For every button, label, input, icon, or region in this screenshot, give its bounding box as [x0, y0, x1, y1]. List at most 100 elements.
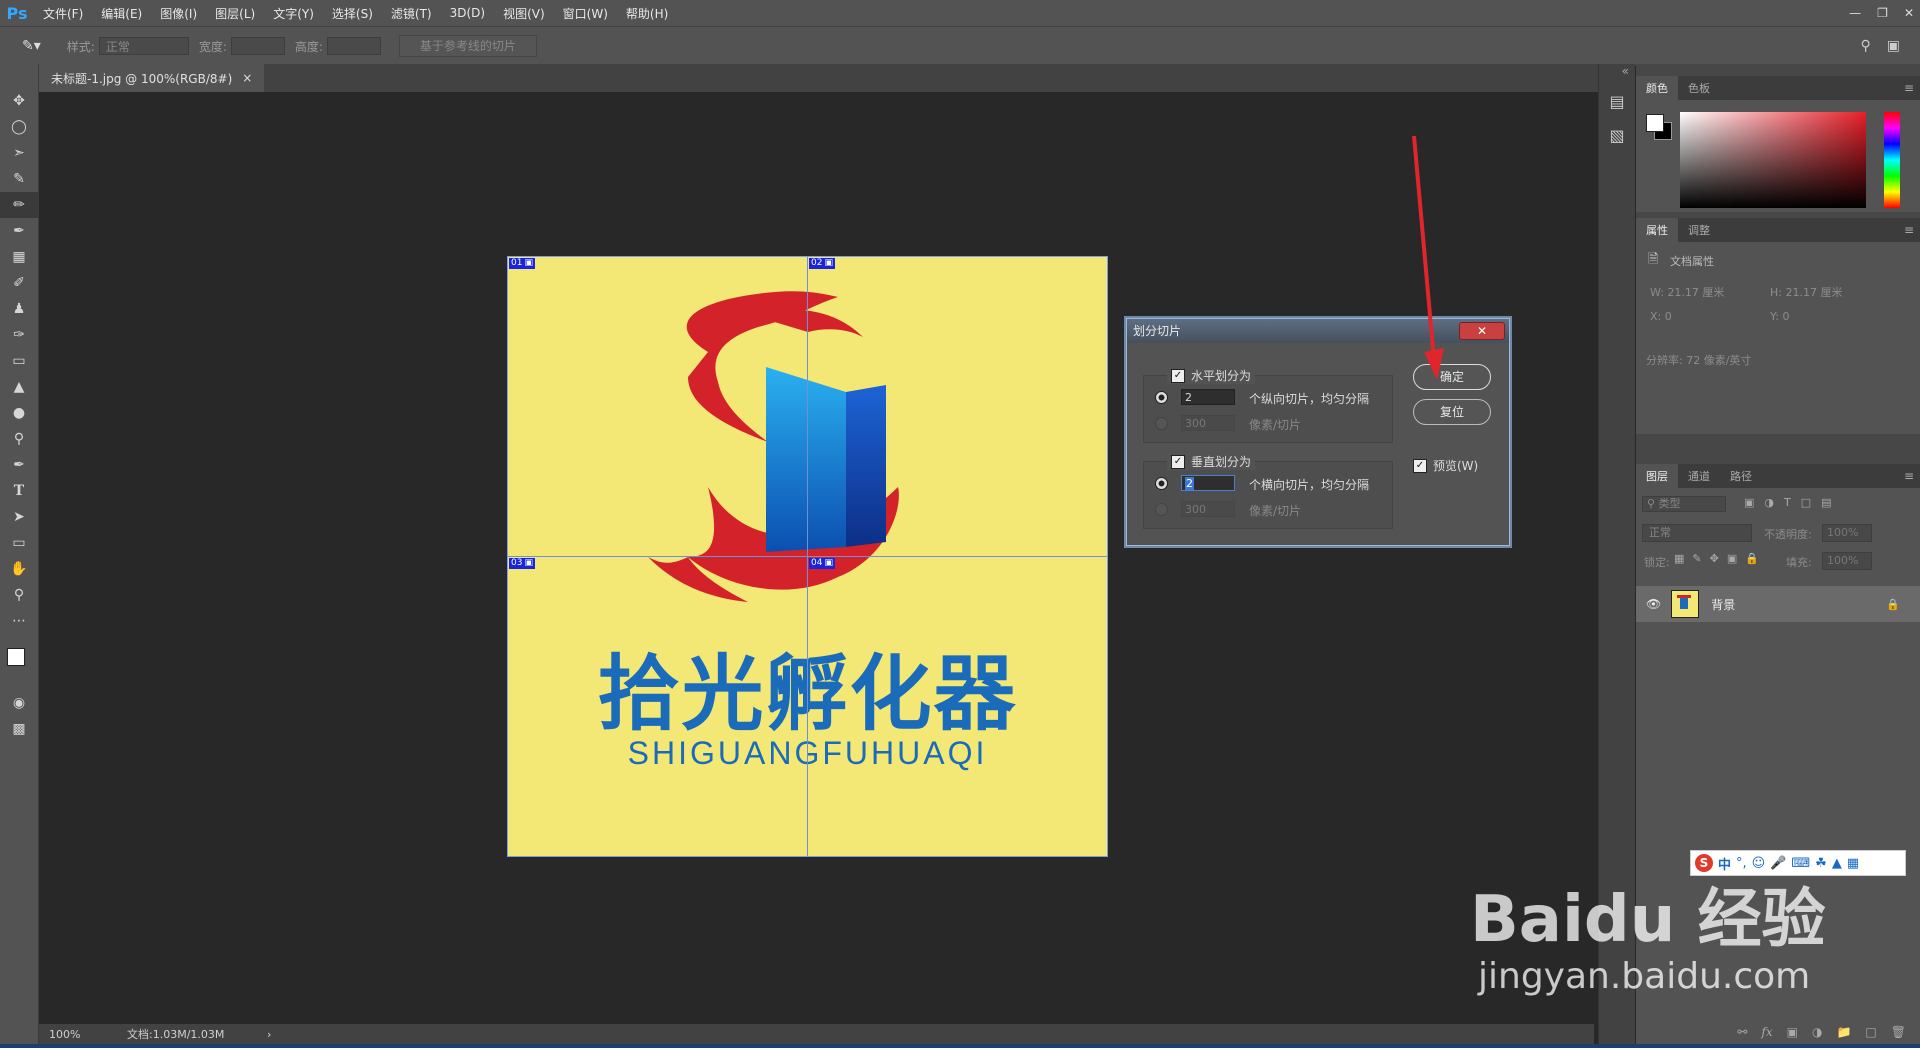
horizontal-pixels-radio[interactable] — [1155, 417, 1168, 430]
width-input[interactable] — [230, 37, 285, 55]
zoom-level[interactable]: 100% — [49, 1028, 109, 1041]
frame-tool-icon[interactable]: ▦ — [0, 244, 38, 270]
stamp-tool-icon[interactable]: ♟ — [0, 296, 38, 322]
quick-mask-icon[interactable]: ◉ — [0, 690, 38, 716]
properties-panel-icon[interactable]: ▧ — [1599, 118, 1635, 152]
collapse-icon[interactable]: « — [1599, 64, 1635, 84]
grid-icon[interactable]: ▦ — [1847, 856, 1859, 871]
opacity-input[interactable]: 100% — [1822, 524, 1872, 542]
layer-filter-select[interactable]: ⚲ 类型 — [1642, 496, 1726, 512]
style-select[interactable]: 正常 — [98, 37, 189, 55]
tab-color[interactable]: 颜色 — [1636, 76, 1678, 100]
bucket-tool-icon[interactable]: ▲ — [0, 374, 38, 400]
close-tab-icon[interactable]: × — [242, 71, 252, 85]
brush-tool-icon[interactable]: ✐ — [0, 270, 38, 296]
menu-filter[interactable]: 滤镜(T) — [382, 5, 441, 22]
slice-tool-icon[interactable]: ✎▾ — [22, 38, 41, 54]
marquee-tool-icon[interactable]: ◯ — [0, 114, 38, 140]
dodge-tool-icon[interactable]: ⚲ — [0, 426, 38, 452]
dialog-close-button[interactable]: ✕ — [1459, 322, 1505, 340]
tab-layers[interactable]: 图层 — [1636, 464, 1678, 488]
tab-properties[interactable]: 属性 — [1636, 218, 1678, 242]
more-tools-icon[interactable]: ⋯ — [0, 608, 38, 634]
lasso-tool-icon[interactable]: ➣ — [0, 140, 38, 166]
workspace-icon[interactable]: ▣ — [1887, 38, 1900, 54]
link-layers-icon[interactable]: ⚯ — [1737, 1025, 1747, 1039]
layer-row[interactable]: 👁 背景 🔒 — [1636, 586, 1920, 622]
slice-tag[interactable]: 01 ▣ — [509, 258, 535, 269]
color-swatches[interactable] — [0, 634, 38, 690]
panel-menu-icon[interactable]: ≡ — [1904, 218, 1914, 242]
vertical-count-radio[interactable] — [1155, 477, 1168, 490]
lock-icons[interactable]: ▦✎✥▣🔒 — [1674, 552, 1767, 565]
reset-button[interactable]: 复位 — [1413, 399, 1491, 425]
menu-type[interactable]: 文字(Y) — [264, 5, 323, 22]
tab-channels[interactable]: 通道 — [1678, 464, 1720, 488]
vertical-pixels-radio[interactable] — [1155, 503, 1168, 516]
status-menu-icon[interactable]: › — [267, 1028, 271, 1041]
slice-tag[interactable]: 04 ▣ — [809, 558, 835, 569]
move-tool-icon[interactable]: ✥ — [0, 88, 38, 114]
dialog-title-bar[interactable]: 划分切片 ✕ — [1127, 319, 1509, 343]
vertical-count-input[interactable]: 2 — [1181, 475, 1235, 491]
vertical-checkbox[interactable]: ✓ — [1171, 454, 1185, 469]
pen-tool-icon[interactable]: ✒ — [0, 452, 38, 478]
horizontal-count-radio[interactable] — [1155, 391, 1168, 404]
history-brush-icon[interactable]: ✑ — [0, 322, 38, 348]
shirt-icon[interactable]: ▲ — [1832, 856, 1842, 871]
new-layer-icon[interactable]: □ — [1865, 1025, 1876, 1039]
menu-edit[interactable]: 编辑(E) — [92, 5, 151, 22]
rectangle-tool-icon[interactable]: ▭ — [0, 530, 38, 556]
restore-icon[interactable]: ❐ — [1877, 6, 1888, 20]
foreground-color-icon[interactable] — [7, 648, 25, 666]
fx-icon[interactable]: fx — [1761, 1025, 1772, 1039]
type-tool-icon[interactable]: T — [0, 478, 38, 504]
history-panel-icon[interactable]: ▤ — [1599, 84, 1635, 118]
tab-swatches[interactable]: 色板 — [1678, 76, 1720, 100]
height-input[interactable] — [326, 37, 381, 55]
tab-paths[interactable]: 路径 — [1720, 464, 1762, 488]
vertical-pixels-input[interactable]: 300 — [1181, 501, 1235, 517]
horizontal-checkbox[interactable]: ✓ — [1171, 368, 1185, 383]
menu-view[interactable]: 视图(V) — [494, 5, 554, 22]
slices-from-guides-button[interactable]: 基于参考线的切片 — [398, 35, 537, 57]
trash-icon[interactable]: 🗑 — [1891, 1025, 1906, 1039]
eyedropper-tool-icon[interactable]: ✒ — [0, 218, 38, 244]
panel-menu-icon[interactable]: ≡ — [1904, 464, 1914, 488]
fill-input[interactable]: 100% — [1822, 552, 1872, 570]
close-window-icon[interactable]: ✕ — [1904, 6, 1914, 20]
search-icon[interactable]: ⚲ — [1861, 38, 1871, 54]
horizontal-pixels-input[interactable]: 300 — [1181, 415, 1235, 431]
path-select-icon[interactable]: ➤ — [0, 504, 38, 530]
zoom-tool-icon[interactable]: ⚲ — [0, 582, 38, 608]
menu-layer[interactable]: 图层(L) — [206, 5, 264, 22]
eraser-tool-icon[interactable]: ▭ — [0, 348, 38, 374]
panel-menu-icon[interactable]: ≡ — [1904, 76, 1914, 100]
screen-mode-icon[interactable]: ▩ — [0, 716, 38, 742]
menu-select[interactable]: 选择(S) — [323, 5, 382, 22]
slice-tag[interactable]: 02 ▣ — [809, 258, 835, 269]
slice-tool-icon[interactable]: ✏ — [0, 192, 38, 218]
quick-select-tool-icon[interactable]: ✎ — [0, 166, 38, 192]
adjustment-layer-icon[interactable]: ◑ — [1812, 1025, 1822, 1039]
canvas-image[interactable]: 拾光孵化器 SHIGUANGFUHUAQI 01 ▣ 02 ▣ 03 ▣ 04 ▣ — [507, 256, 1108, 857]
foreground-swatch[interactable] — [1646, 114, 1664, 132]
slice-guide-horizontal[interactable] — [508, 556, 1107, 557]
filter-icons[interactable]: ▣◑T□▤ — [1744, 496, 1842, 509]
new-group-icon[interactable]: 📁 — [1836, 1025, 1851, 1039]
menu-help[interactable]: 帮助(H) — [617, 5, 677, 22]
menu-window[interactable]: 窗口(W) — [554, 5, 617, 22]
blur-tool-icon[interactable]: ● — [0, 400, 38, 426]
menu-file[interactable]: 文件(F) — [34, 5, 92, 22]
visibility-eye-icon[interactable]: 👁 — [1646, 597, 1661, 611]
preview-checkbox[interactable]: ✓ — [1413, 458, 1427, 473]
menu-3d[interactable]: 3D(D) — [441, 6, 494, 20]
hue-slider[interactable] — [1884, 112, 1900, 208]
document-tab[interactable]: 未标题-1.jpg @ 100%(RGB/8#) × — [39, 64, 265, 92]
add-mask-icon[interactable]: ▣ — [1787, 1025, 1798, 1039]
horizontal-count-input[interactable]: 2 — [1181, 389, 1235, 405]
tab-adjustments[interactable]: 调整 — [1678, 218, 1720, 242]
minimize-icon[interactable]: — — [1849, 6, 1861, 20]
color-field[interactable] — [1680, 112, 1866, 208]
slice-tag[interactable]: 03 ▣ — [509, 558, 535, 569]
